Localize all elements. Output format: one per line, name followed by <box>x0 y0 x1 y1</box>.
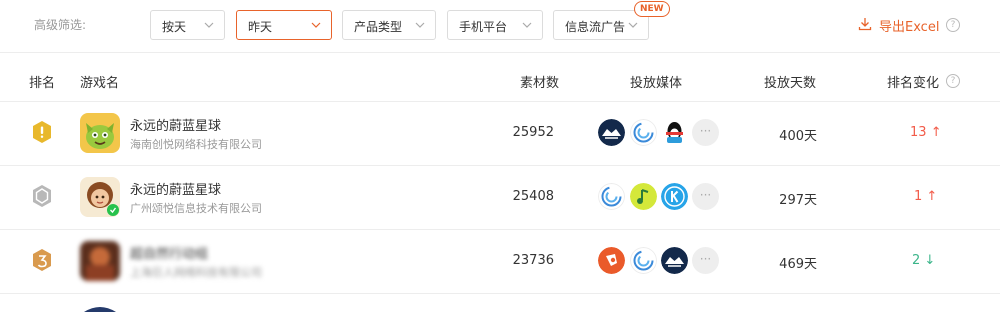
divider <box>0 293 1000 294</box>
game-name[interactable]: 超自然行动组 <box>130 243 208 262</box>
dropdown-label: 按天 <box>162 20 187 34</box>
chevron-down-icon <box>522 22 532 28</box>
feed-ads-dropdown[interactable]: 信息流广告 <box>553 10 649 40</box>
table-row[interactable]: 超自然行动组 上海巨人网络科技有限公司 23736 ··· 469天 2 ↓ <box>0 229 1000 293</box>
table-row[interactable]: 永远的蔚蓝星球 海南创悦网络科技有限公司 25952 ··· 400天 13 ↑ <box>0 101 1000 165</box>
arrow-up-icon: ↑ <box>930 125 942 140</box>
rank-change-value: 1 <box>914 189 923 204</box>
export-label: 导出Excel <box>879 20 940 35</box>
more-icon[interactable]: ··· <box>692 247 719 274</box>
chevron-down-icon <box>204 22 214 28</box>
rank-change-value: 2 <box>912 253 921 268</box>
dropdown-label: 产品类型 <box>354 20 403 34</box>
rank-change: 1 ↑ <box>914 189 937 204</box>
filter-bar: 高级筛选: 按天 昨天 产品类型 手机平台 信息流广告 NEW 导出Excel … <box>0 0 1000 52</box>
divider <box>0 52 1000 53</box>
header-materials: 素材数 <box>520 76 560 91</box>
arrow-up-icon: ↑ <box>926 189 938 204</box>
eagle-media-icon[interactable] <box>598 119 625 146</box>
header-rank-change: 排名变化 <box>887 76 940 91</box>
game-name[interactable]: 永远的蔚蓝星球 <box>130 115 221 134</box>
company-name: 上海巨人网络科技有限公司 <box>130 266 262 279</box>
header-rank: 排名 <box>29 76 56 91</box>
company-name: 海南创悦网络科技有限公司 <box>130 138 262 151</box>
material-count: 23736 <box>512 253 554 268</box>
music-note-media-icon[interactable] <box>630 183 657 210</box>
dropdown-label: 信息流广告 <box>565 20 626 34</box>
spiral-media-icon[interactable] <box>630 119 657 146</box>
qq-penguin-media-icon[interactable] <box>661 119 688 146</box>
delivery-days: 297天 <box>779 193 817 208</box>
dropdown-label: 昨天 <box>248 20 273 34</box>
game-icon <box>80 177 120 217</box>
company-name: 广州颂悦信息技术有限公司 <box>130 202 262 215</box>
chevron-down-icon <box>628 22 638 28</box>
eagle-media-icon[interactable] <box>661 247 688 274</box>
gold-medal-icon <box>33 121 51 143</box>
dropdown-label: 手机平台 <box>459 20 508 34</box>
delivery-days: 469天 <box>779 257 817 272</box>
k-media-icon[interactable] <box>661 183 688 210</box>
rank-change: 2 ↓ <box>912 253 935 268</box>
table-row[interactable]: 永远的蔚蓝星球 广州颂悦信息技术有限公司 25408 ··· 297天 1 ↑ <box>0 165 1000 229</box>
chevron-down-icon <box>415 22 425 28</box>
more-icon[interactable]: ··· <box>692 183 719 210</box>
header-days: 投放天数 <box>764 76 817 91</box>
header-game-name: 游戏名 <box>80 76 120 91</box>
download-icon <box>858 18 872 31</box>
material-count: 25952 <box>512 125 554 140</box>
rank-change-help-icon[interactable]: ? <box>946 74 960 88</box>
game-icon <box>80 113 120 153</box>
new-badge: NEW <box>634 1 670 17</box>
date-range-dropdown[interactable]: 昨天 <box>236 10 332 40</box>
spiral-media-icon[interactable] <box>598 183 625 210</box>
silver-medal-icon <box>33 185 51 207</box>
header-media: 投放媒体 <box>630 76 683 91</box>
filter-label: 高级筛选: <box>34 18 87 32</box>
game-icon <box>80 241 120 281</box>
next-row-game-icon <box>84 307 116 312</box>
arrow-down-icon: ↓ <box>924 253 936 268</box>
product-type-dropdown[interactable]: 产品类型 <box>342 10 436 40</box>
rank-change: 13 ↑ <box>910 125 942 140</box>
more-icon[interactable]: ··· <box>692 119 719 146</box>
chevron-down-icon <box>311 22 321 28</box>
pangle-media-icon[interactable] <box>598 247 625 274</box>
export-help-icon[interactable]: ? <box>946 18 960 32</box>
spiral-media-icon[interactable] <box>630 247 657 274</box>
bronze-medal-icon <box>33 249 51 271</box>
game-name[interactable]: 永远的蔚蓝星球 <box>130 179 221 198</box>
mobile-platform-dropdown[interactable]: 手机平台 <box>447 10 543 40</box>
material-count: 25408 <box>512 189 554 204</box>
delivery-days: 400天 <box>779 129 817 144</box>
period-granularity-dropdown[interactable]: 按天 <box>150 10 225 40</box>
rank-change-value: 13 <box>910 125 927 140</box>
